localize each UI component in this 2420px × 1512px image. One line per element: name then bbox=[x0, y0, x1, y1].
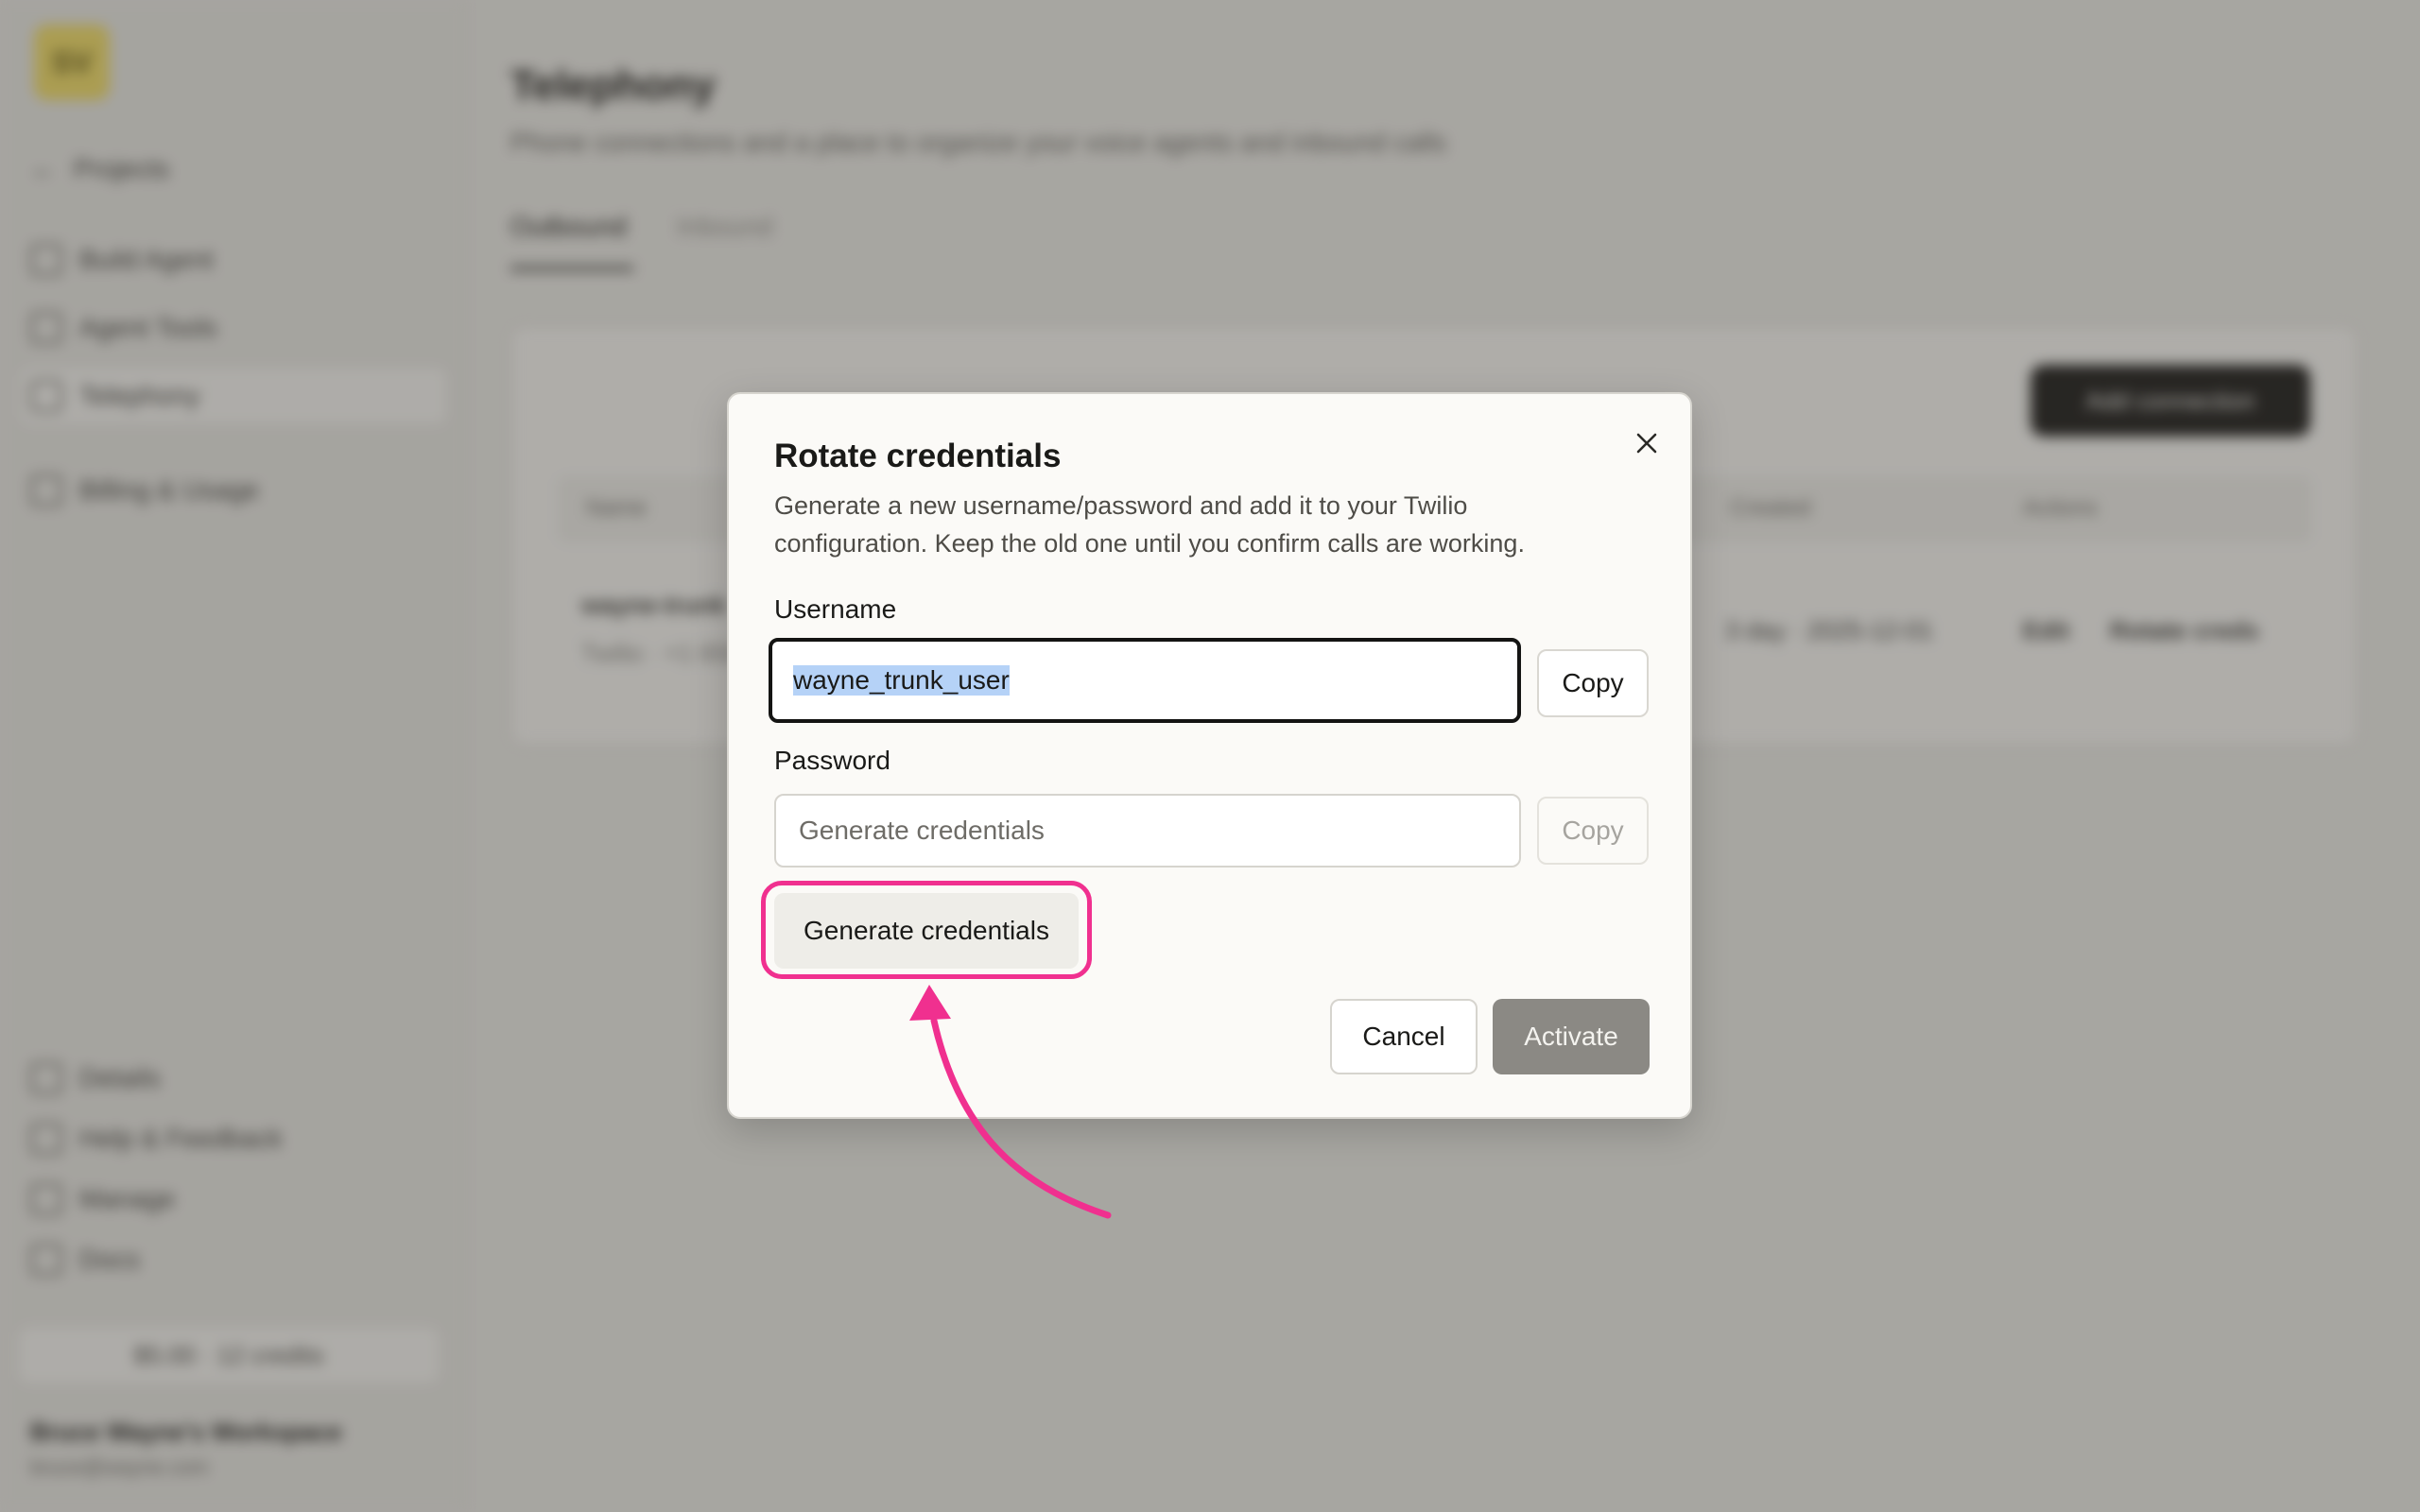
password-field[interactable] bbox=[774, 794, 1521, 868]
username-label: Username bbox=[774, 594, 897, 624]
close-button[interactable] bbox=[1628, 424, 1666, 462]
dialog-title: Rotate credentials bbox=[774, 438, 1062, 474]
activate-button[interactable]: Activate bbox=[1493, 999, 1650, 1074]
close-icon bbox=[1636, 433, 1657, 454]
dialog-description: Generate a new username/password and add… bbox=[774, 491, 1525, 558]
username-field[interactable] bbox=[769, 638, 1521, 723]
copy-password-button[interactable]: Copy bbox=[1537, 797, 1649, 865]
copy-username-button[interactable]: Copy bbox=[1537, 649, 1649, 717]
cancel-button[interactable]: Cancel bbox=[1330, 999, 1478, 1074]
generate-credentials-button[interactable]: Generate credentials bbox=[774, 893, 1079, 969]
rotate-credentials-dialog: Rotate credentials Generate a new userna… bbox=[727, 392, 1692, 1119]
password-label: Password bbox=[774, 746, 890, 775]
